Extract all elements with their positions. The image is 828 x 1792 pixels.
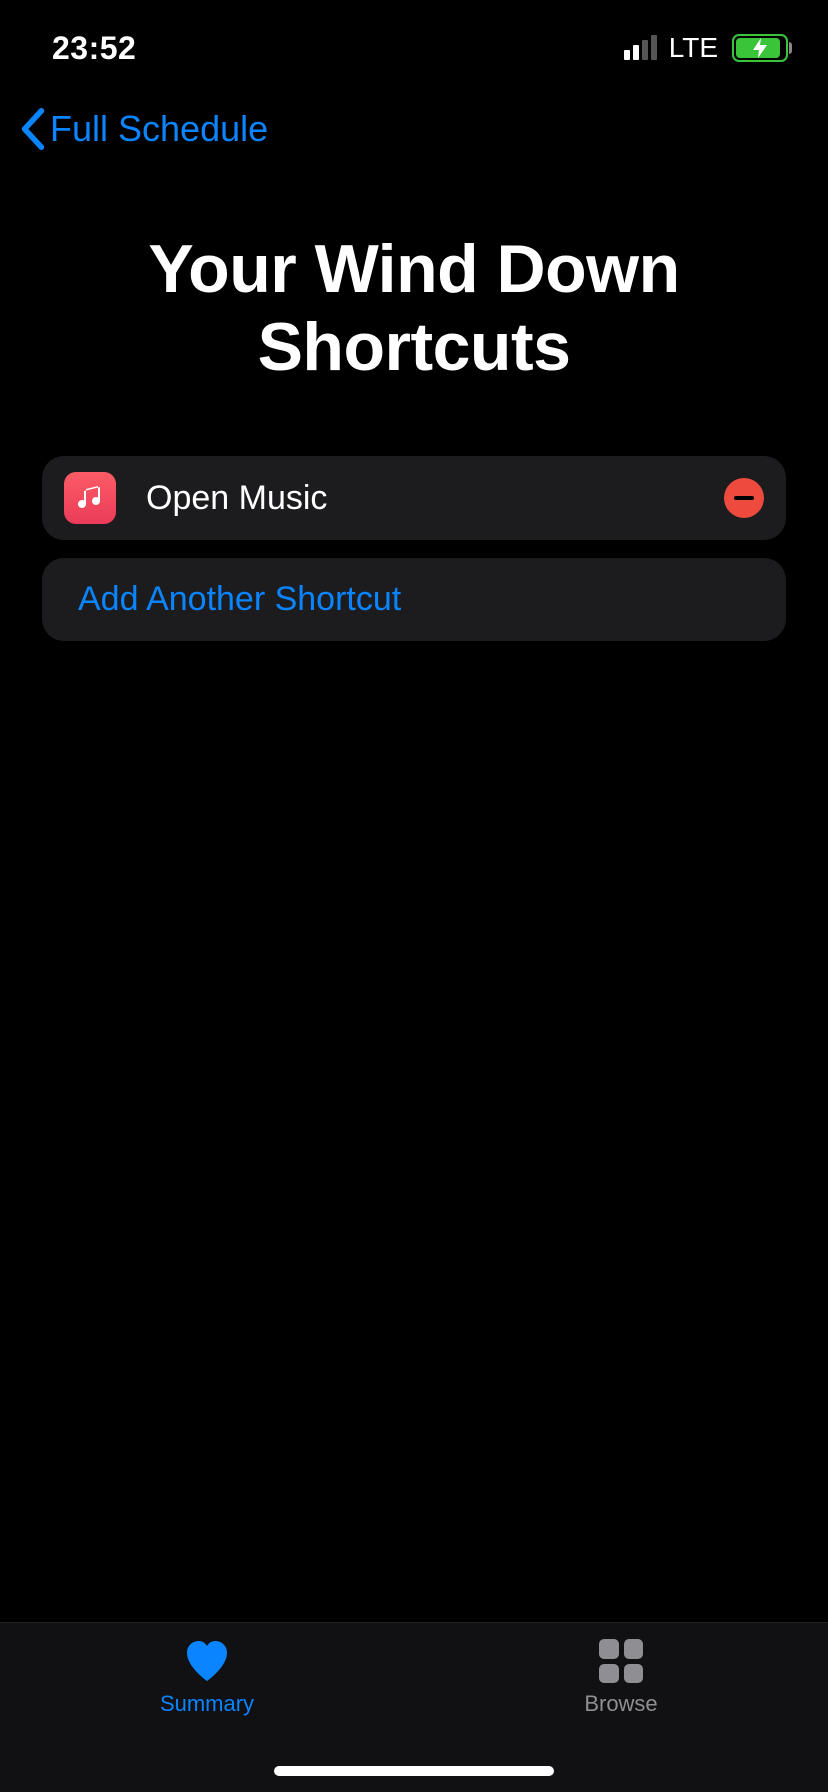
back-button[interactable]: Full Schedule <box>20 108 268 150</box>
add-shortcut-label: Add Another Shortcut <box>78 580 401 618</box>
remove-shortcut-button[interactable] <box>724 478 764 518</box>
shortcut-row-open-music[interactable]: Open Music <box>42 456 786 540</box>
signal-icon <box>624 36 657 60</box>
heart-icon <box>183 1637 231 1685</box>
back-label: Full Schedule <box>50 108 268 150</box>
home-indicator[interactable] <box>274 1766 554 1776</box>
tab-browse-label: Browse <box>584 1691 657 1717</box>
page-title: Your Wind Down Shortcuts <box>42 230 786 386</box>
tab-summary-label: Summary <box>160 1691 254 1717</box>
nav-bar: Full Schedule <box>0 88 828 150</box>
chevron-left-icon <box>20 108 46 150</box>
status-time: 23:52 <box>52 30 136 67</box>
main-content: Your Wind Down Shortcuts Open Music Add … <box>0 150 828 1622</box>
status-indicators: LTE <box>624 32 788 64</box>
minus-icon <box>734 496 754 500</box>
shortcut-label: Open Music <box>146 479 724 518</box>
status-bar: 23:52 LTE <box>0 0 828 88</box>
music-app-icon <box>64 472 116 524</box>
add-another-shortcut-button[interactable]: Add Another Shortcut <box>42 558 786 641</box>
network-type: LTE <box>669 32 718 64</box>
battery-charging-icon <box>732 34 788 62</box>
grid-icon <box>599 1637 643 1685</box>
